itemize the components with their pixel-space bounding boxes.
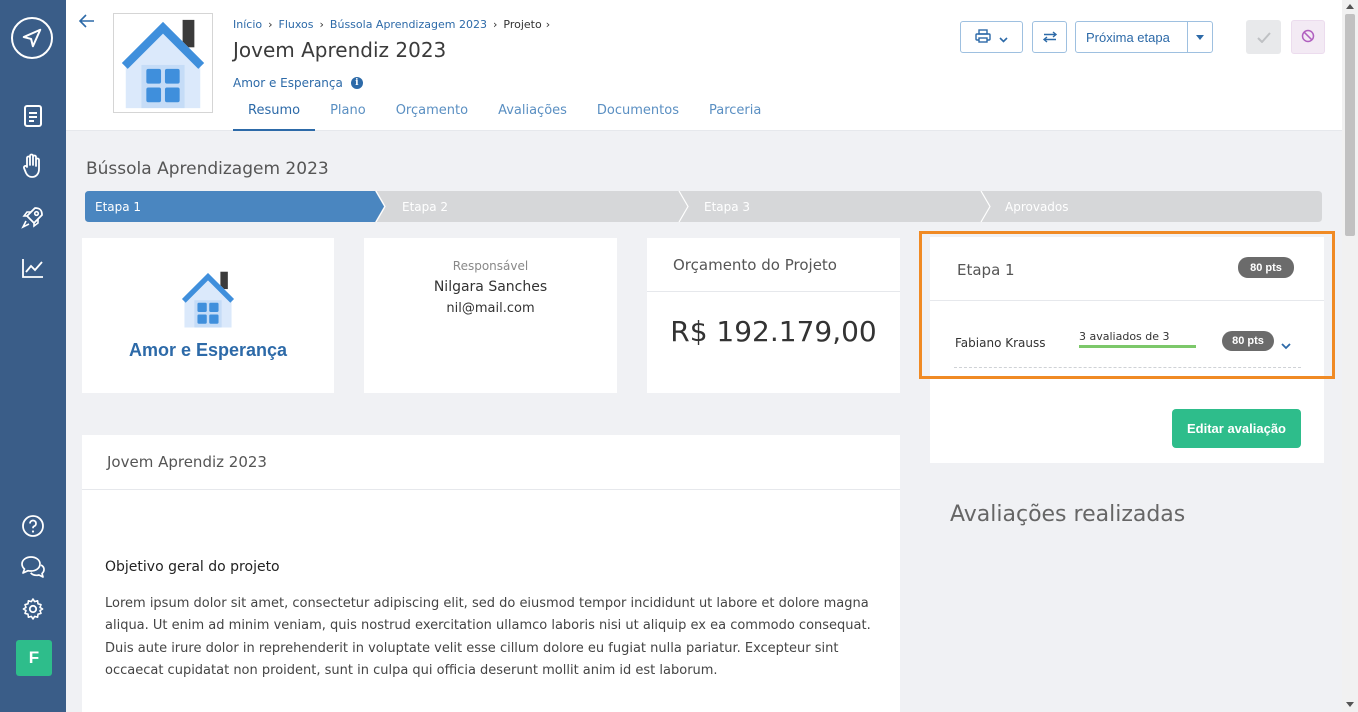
caret-down-icon[interactable]	[1188, 34, 1212, 40]
flow-title: Bússola Aprendizagem 2023	[86, 159, 329, 179]
swap-arrows-icon	[1042, 28, 1058, 47]
scrollbar[interactable]	[1342, 0, 1358, 712]
evaluator-row[interactable]: Fabiano Krauss 3 avaliados de 3 80 pts	[954, 304, 1301, 368]
next-step-button[interactable]: Próxima etapa	[1075, 21, 1213, 53]
reject-button[interactable]	[1291, 20, 1325, 54]
rocket-icon[interactable]	[19, 203, 47, 231]
edit-evaluation-button[interactable]: Editar avaliação	[1172, 409, 1301, 448]
evaluation-title: Etapa 1	[957, 261, 1015, 279]
organization-link[interactable]: Amor e Esperança i	[233, 76, 363, 90]
print-button[interactable]	[960, 21, 1023, 53]
evaluation-header: Etapa 1 80 pts	[930, 237, 1324, 301]
step-progress: Etapa 1 Etapa 2 Etapa 3 Aprovados	[85, 191, 1322, 222]
logo-send-icon[interactable]	[11, 17, 53, 59]
responsible-card: Responsável Nilgara Sanches nil@mail.com	[364, 238, 617, 393]
evaluation-card: Etapa 1 80 pts Fabiano Krauss 3 avaliado…	[930, 237, 1324, 463]
next-step-label[interactable]: Próxima etapa	[1076, 22, 1188, 52]
responsible-name: Nilgara Sanches	[433, 279, 548, 295]
chevron-down-icon[interactable]	[1281, 335, 1293, 350]
evaluator-score-badge: 80 pts	[1222, 331, 1274, 351]
description-text: Lorem ipsum dolor sit amet, consectetur …	[105, 596, 871, 678]
breadcrumb: Início › Fluxos › Bússola Aprendizagem 202…	[233, 18, 551, 31]
evaluator-progress-bar	[1079, 345, 1196, 348]
help-icon[interactable]	[19, 512, 47, 540]
chevron-down-icon	[999, 28, 1008, 47]
completed-evaluations-title: Avaliações realizadas	[950, 502, 1186, 527]
budget-value: R$ 192.179,00	[670, 315, 877, 348]
swap-button[interactable]	[1032, 21, 1067, 53]
chat-icon[interactable]	[19, 553, 47, 581]
project-header: Início › Fluxos › Bússola Aprendizagem 202…	[66, 0, 1342, 131]
sidebar: F	[0, 0, 66, 712]
organization-card-name[interactable]: Amor e Esperança	[129, 340, 287, 361]
step-aprovados[interactable]: Aprovados	[995, 191, 1069, 222]
responsible-email: nil@mail.com	[446, 301, 535, 316]
ban-icon	[1301, 28, 1315, 47]
breadcrumb-flow[interactable]: Bússola Aprendizagem 2023	[330, 18, 487, 31]
evaluator-name: Fabiano Krauss	[955, 336, 1046, 350]
document-icon[interactable]	[19, 102, 47, 130]
organization-card: Amor e Esperança	[82, 238, 334, 393]
avatar[interactable]: F	[16, 640, 52, 676]
tab-documentos[interactable]: Documentos	[582, 98, 694, 131]
tab-resumo[interactable]: Resumo	[233, 98, 316, 131]
responsible-label: Responsável	[452, 259, 529, 273]
tab-plano[interactable]: Plano	[315, 98, 381, 131]
hand-heart-icon[interactable]	[19, 152, 47, 180]
evaluator-progress-fill	[1079, 345, 1196, 348]
description-subtitle: Objetivo geral do projeto	[105, 559, 280, 575]
score-badge: 80 pts	[1238, 257, 1294, 278]
tab-orcamento[interactable]: Orçamento	[381, 98, 483, 131]
scroll-thumb[interactable]	[1345, 14, 1355, 236]
step-etapa-1[interactable]: Etapa 1	[85, 191, 141, 222]
approve-button[interactable]	[1246, 20, 1281, 54]
project-house-image	[113, 13, 213, 113]
organization-name[interactable]: Amor e Esperança	[233, 76, 343, 90]
breadcrumb-project[interactable]: Projeto	[503, 18, 541, 31]
organization-house-image	[177, 268, 239, 334]
budget-label: Orçamento do Projeto	[647, 238, 900, 292]
tab-avaliacoes[interactable]: Avaliações	[483, 98, 582, 131]
gear-icon[interactable]	[19, 595, 47, 623]
chart-icon[interactable]	[19, 254, 47, 282]
evaluator-progress-text: 3 avaliados de 3	[1079, 330, 1170, 343]
page-title: Jovem Aprendiz 2023	[233, 38, 447, 62]
breadcrumb-home[interactable]: Início	[233, 18, 262, 31]
info-icon[interactable]: i	[350, 77, 363, 89]
back-arrow-icon[interactable]	[78, 12, 98, 32]
step-etapa-2[interactable]: Etapa 2	[392, 191, 448, 222]
breadcrumb-flows[interactable]: Fluxos	[279, 18, 314, 31]
scroll-up-arrow-icon[interactable]	[1346, 4, 1354, 9]
description-title: Jovem Aprendiz 2023	[82, 435, 900, 490]
step-etapa-3[interactable]: Etapa 3	[694, 191, 750, 222]
scroll-down-arrow-icon[interactable]	[1346, 702, 1354, 707]
printer-icon	[975, 28, 991, 47]
tab-bar: Resumo Plano Orçamento Avaliações Docume…	[233, 98, 776, 131]
budget-card: Orçamento do Projeto R$ 192.179,00	[647, 238, 900, 393]
tab-parceria[interactable]: Parceria	[694, 98, 776, 131]
check-icon	[1256, 28, 1271, 47]
project-description-card: Jovem Aprendiz 2023 Objetivo geral do pr…	[82, 435, 900, 712]
